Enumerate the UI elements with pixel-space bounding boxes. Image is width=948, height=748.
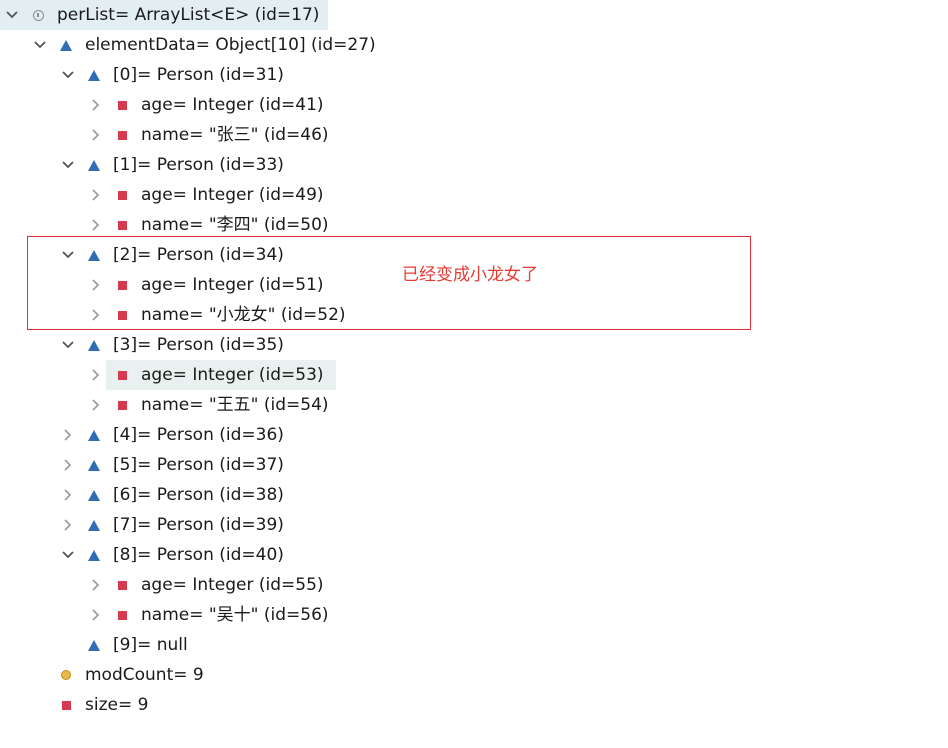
tree-row-item1[interactable]: [1]= Person (id=33) (0, 150, 948, 180)
object-icon (30, 0, 46, 30)
private-field-icon (114, 210, 130, 240)
chevron-right-icon[interactable] (59, 420, 77, 450)
tree-row-item8-age[interactable]: age= Integer (id=55) (0, 570, 948, 600)
protected-field-icon (86, 420, 102, 450)
tree-row-label: age= Integer (id=55) (141, 575, 324, 595)
private-field-icon (114, 360, 130, 390)
tree-row-item6[interactable]: [6]= Person (id=38) (0, 480, 948, 510)
tree-row-item1-name[interactable]: name= "李四" (id=50) (0, 210, 948, 240)
tree-row-elementData[interactable]: elementData= Object[10] (id=27) (0, 30, 948, 60)
tree-row-modCount[interactable]: modCount= 9 (0, 660, 948, 690)
tree-row-item3[interactable]: [3]= Person (id=35) (0, 330, 948, 360)
chevron-down-icon[interactable] (59, 540, 77, 570)
protected-field-icon (86, 60, 102, 90)
tree-row-item4[interactable]: [4]= Person (id=36) (0, 420, 948, 450)
tree-row-label: name= "李四" (id=50) (141, 215, 329, 235)
chevron-right-icon[interactable] (87, 300, 105, 330)
chevron-down-icon[interactable] (31, 30, 49, 60)
private-field-icon (114, 120, 130, 150)
chevron-right-icon[interactable] (87, 360, 105, 390)
tree-row-item9[interactable]: [9]= null (0, 630, 948, 660)
annotation-text: 已经变成小龙女了 (402, 265, 538, 285)
private-field-icon (114, 600, 130, 630)
tree-row-label: age= Integer (id=53) (141, 365, 324, 385)
tree-row-label: name= "张三" (id=46) (141, 125, 329, 145)
protected-field-icon (86, 630, 102, 660)
chevron-down-icon[interactable] (59, 60, 77, 90)
tree-row-label: [9]= null (113, 635, 188, 655)
chevron-right-icon[interactable] (59, 510, 77, 540)
chevron-right-icon[interactable] (59, 450, 77, 480)
tree-row-label: name= "吴十" (id=56) (141, 605, 329, 625)
private-field-icon (58, 690, 74, 720)
package-field-icon (58, 660, 74, 690)
chevron-right-icon[interactable] (87, 390, 105, 420)
tree-row-label: perList= ArrayList<E> (id=17) (57, 5, 320, 25)
tree-row-label: [2]= Person (id=34) (113, 245, 284, 265)
tree-row-item5[interactable]: [5]= Person (id=37) (0, 450, 948, 480)
tree-row-label: elementData= Object[10] (id=27) (85, 35, 376, 55)
tree-row-label: [1]= Person (id=33) (113, 155, 284, 175)
tree-row-label: size= 9 (85, 695, 149, 715)
protected-field-icon (86, 150, 102, 180)
tree-row-label: [4]= Person (id=36) (113, 425, 284, 445)
chevron-down-icon[interactable] (59, 240, 77, 270)
tree-row-label: age= Integer (id=41) (141, 95, 324, 115)
tree-row-label: [7]= Person (id=39) (113, 515, 284, 535)
protected-field-icon (86, 480, 102, 510)
private-field-icon (114, 570, 130, 600)
tree-row-item3-age[interactable]: age= Integer (id=53) (92, 360, 336, 390)
private-field-icon (114, 270, 130, 300)
tree-row-item7[interactable]: [7]= Person (id=39) (0, 510, 948, 540)
protected-field-icon (86, 450, 102, 480)
chevron-right-icon[interactable] (59, 480, 77, 510)
chevron-right-icon[interactable] (87, 210, 105, 240)
tree-row-item0[interactable]: [0]= Person (id=31) (0, 60, 948, 90)
protected-field-icon (58, 30, 74, 60)
tree-row-item2-name[interactable]: name= "小龙女" (id=52) (0, 300, 948, 330)
protected-field-icon (86, 510, 102, 540)
chevron-right-icon[interactable] (87, 120, 105, 150)
tree-row-item8[interactable]: [8]= Person (id=40) (0, 540, 948, 570)
tree-row-label: modCount= 9 (85, 665, 204, 685)
chevron-down-icon[interactable] (59, 330, 77, 360)
tree-row-label: [6]= Person (id=38) (113, 485, 284, 505)
tree-row-label: age= Integer (id=49) (141, 185, 324, 205)
tree-row-label: age= Integer (id=51) (141, 275, 324, 295)
tree-row-label: name= "小龙女" (id=52) (141, 305, 346, 325)
chevron-right-icon[interactable] (87, 90, 105, 120)
chevron-right-icon[interactable] (87, 570, 105, 600)
tree-row-item0-age[interactable]: age= Integer (id=41) (0, 90, 948, 120)
protected-field-icon (86, 240, 102, 270)
chevron-down-icon[interactable] (59, 150, 77, 180)
protected-field-icon (86, 540, 102, 570)
chevron-right-icon[interactable] (87, 180, 105, 210)
chevron-right-icon[interactable] (87, 600, 105, 630)
tree-row-label: [3]= Person (id=35) (113, 335, 284, 355)
tree-row-item1-age[interactable]: age= Integer (id=49) (0, 180, 948, 210)
tree-row-label: [0]= Person (id=31) (113, 65, 284, 85)
private-field-icon (114, 180, 130, 210)
protected-field-icon (86, 330, 102, 360)
chevron-down-icon[interactable] (3, 0, 21, 30)
tree-row-item3-name[interactable]: name= "王五" (id=54) (0, 390, 948, 420)
tree-row-size[interactable]: size= 9 (0, 690, 948, 720)
tree-row-label: name= "王五" (id=54) (141, 395, 329, 415)
tree-row-item0-name[interactable]: name= "张三" (id=46) (0, 120, 948, 150)
private-field-icon (114, 390, 130, 420)
chevron-right-icon[interactable] (87, 270, 105, 300)
private-field-icon (114, 300, 130, 330)
tree-row-label: [8]= Person (id=40) (113, 545, 284, 565)
private-field-icon (114, 90, 130, 120)
tree-row-item8-name[interactable]: name= "吴十" (id=56) (0, 600, 948, 630)
tree-row-label: [5]= Person (id=37) (113, 455, 284, 475)
tree-row-perList[interactable]: perList= ArrayList<E> (id=17) (0, 0, 328, 30)
